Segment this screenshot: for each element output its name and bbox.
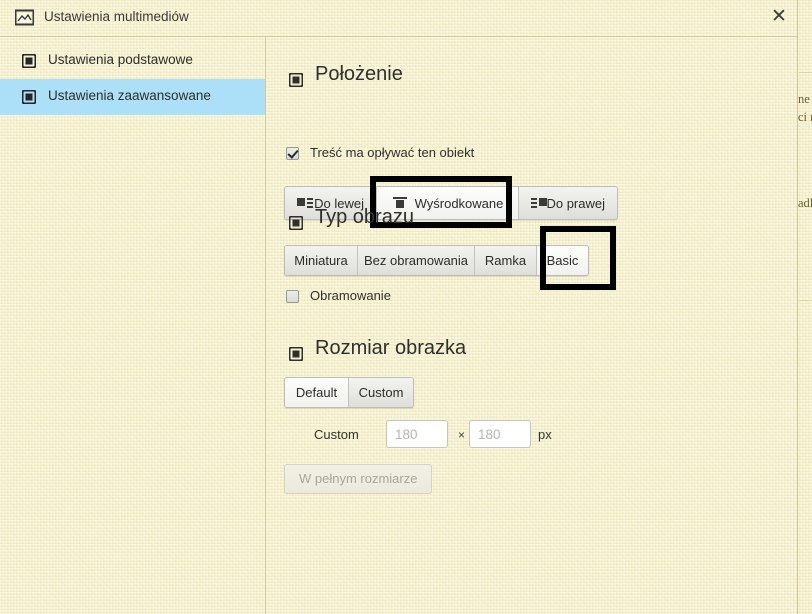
section-title: Typ obrazu [315, 206, 414, 228]
size-unit-label: px [538, 427, 552, 442]
image-icon [14, 8, 35, 27]
image-size-custom-button[interactable]: Custom [349, 378, 413, 407]
section-title: Położenie [315, 63, 403, 85]
dialog-titlebar: Ustawienia multimediów ✕ [0, 0, 798, 36]
page-root: ne ci n adl Ustawienia multimediów ✕ [0, 0, 812, 614]
image-type-basic-label: Basic [546, 253, 579, 268]
square-icon [21, 89, 37, 105]
image-size-default-button[interactable]: Default [285, 378, 349, 407]
align-center-label: Wyśrodkowane [414, 195, 504, 211]
background-text-fragment: adl [798, 196, 812, 210]
image-type-thumbnail-button[interactable]: Miniatura [285, 246, 358, 275]
border-checkbox[interactable] [286, 290, 299, 303]
background-text-fragment: ci n [798, 110, 812, 124]
align-right-label: Do prawej [546, 195, 605, 211]
float-content-checkbox[interactable] [286, 147, 299, 160]
background-divider [799, 300, 812, 301]
align-right-icon [531, 197, 547, 209]
image-type-frame-button[interactable]: Ramka [475, 246, 537, 275]
close-icon[interactable]: ✕ [767, 5, 791, 29]
height-input[interactable] [469, 420, 531, 448]
sidebar-item-basic-settings[interactable]: Ustawienia podstawowe [0, 43, 265, 79]
sidebar-item-label: Ustawienia podstawowe [48, 52, 193, 67]
media-settings-dialog: Ustawienia multimediów ✕ Ustawienia pods… [0, 0, 798, 614]
dialog-sidebar: Ustawienia podstawowe Ustawienia zaawans… [0, 37, 265, 614]
image-size-default-label: Default [295, 385, 338, 400]
section-title: Rozmiar obrazka [315, 337, 467, 359]
background-divider [799, 72, 812, 73]
size-separator: × [458, 428, 466, 442]
square-icon [21, 53, 37, 69]
image-size-custom-label: Custom [358, 385, 404, 400]
image-type-thumbnail-label: Miniatura [294, 253, 348, 268]
image-size-button-group: Default Custom [284, 377, 414, 408]
square-icon [288, 215, 304, 231]
dialog-content: Położenie Treść ma opływać ten obiekt Do… [266, 37, 798, 614]
float-content-label: Treść ma opływać ten obiekt [310, 145, 475, 160]
border-label: Obramowanie [310, 288, 391, 303]
full-size-button[interactable]: W pełnym rozmiarze [284, 464, 433, 494]
image-type-basic-button[interactable]: Basic [537, 246, 588, 275]
align-left-icon [297, 197, 313, 209]
image-type-no-border-button[interactable]: Bez obramowania [358, 246, 475, 275]
square-icon [288, 346, 304, 362]
image-type-frame-label: Ramka [484, 253, 527, 268]
sidebar-item-advanced-settings[interactable]: Ustawienia zaawansowane [0, 79, 265, 115]
square-icon [288, 72, 304, 88]
dialog-title: Ustawienia multimediów [44, 9, 189, 24]
align-right-button[interactable]: Do prawej [519, 187, 617, 219]
image-type-button-group: Miniatura Bez obramowania Ramka Basic [284, 245, 589, 276]
background-text-fragment: ne [798, 92, 810, 106]
width-input[interactable] [386, 420, 448, 448]
custom-size-row: Custom × px [266, 420, 798, 452]
custom-size-label: Custom [314, 427, 359, 442]
image-type-no-border-label: Bez obramowania [363, 253, 469, 268]
sidebar-item-label: Ustawienia zaawansowane [48, 88, 211, 103]
